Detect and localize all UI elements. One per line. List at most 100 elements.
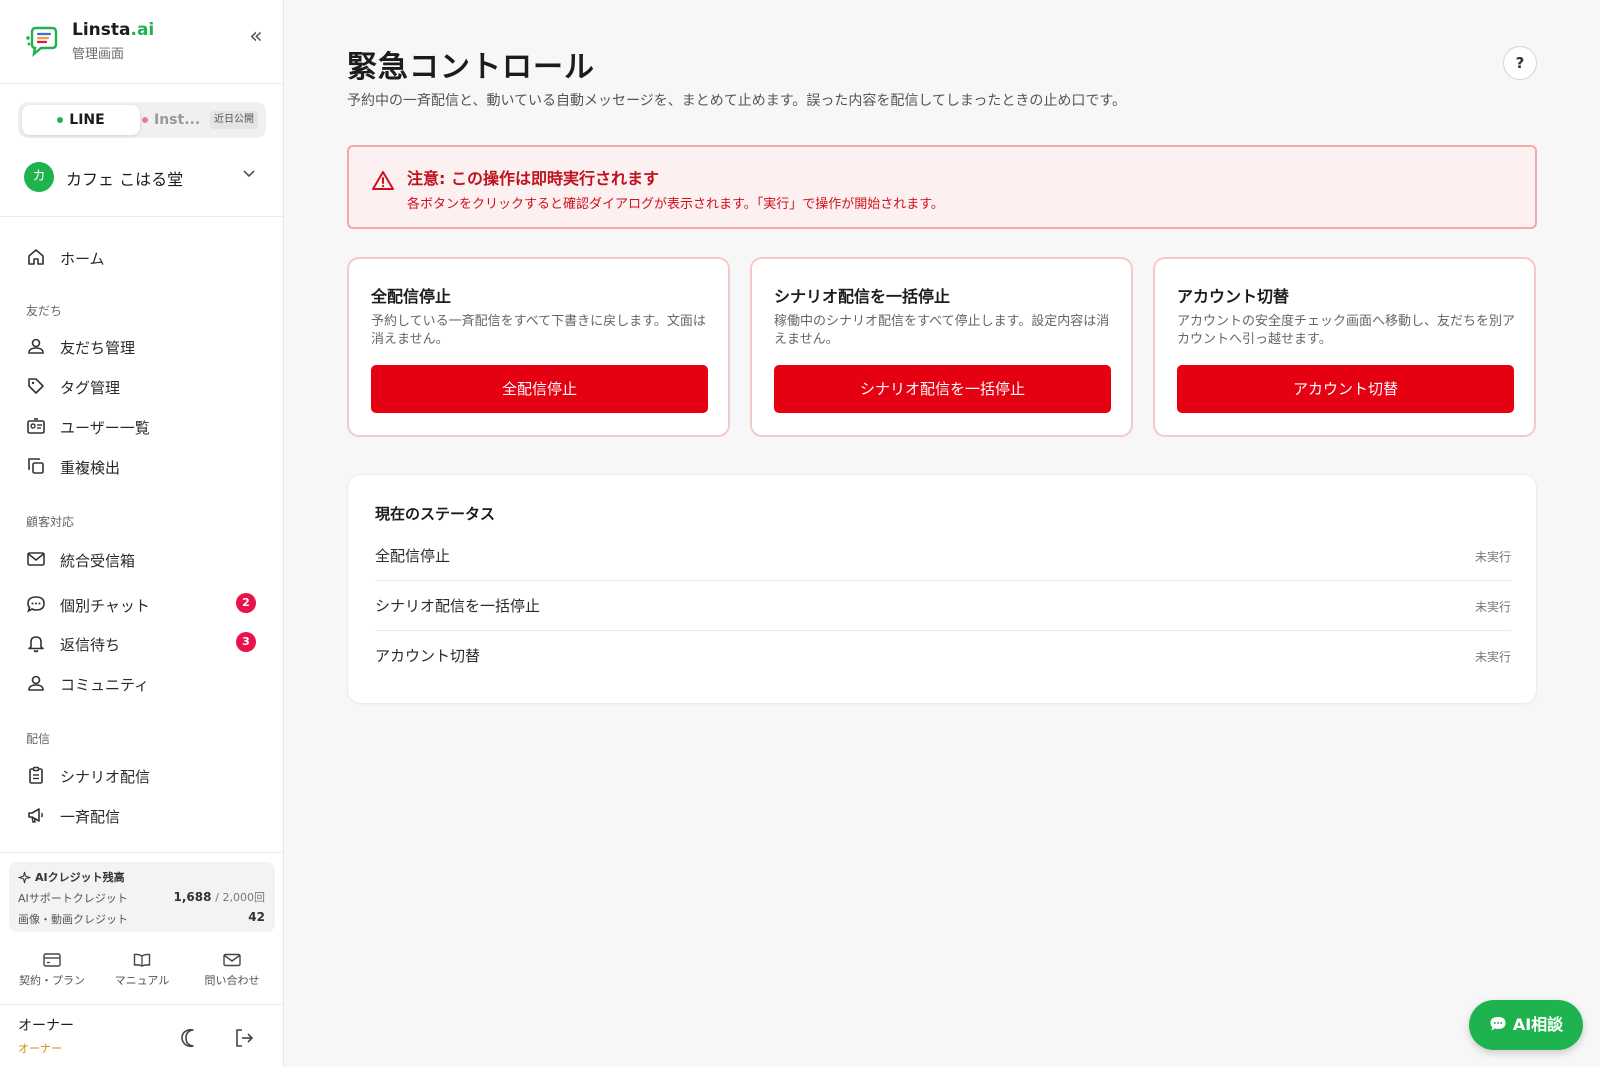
double-chevron-left-icon: « xyxy=(249,24,263,49)
mail-icon xyxy=(27,552,45,566)
account-selector[interactable]: カ カフェ こはる堂 xyxy=(24,160,264,192)
switch-account-card: アカウント切替 アカウントの安全度チェック画面へ移動し、友だちを別アカウントへ引… xyxy=(1153,257,1536,437)
account-avatar: カ xyxy=(24,162,54,192)
ai-consult-label: AI相談 xyxy=(1512,1015,1564,1034)
user-name: オーナー xyxy=(18,1018,74,1034)
sidebar-item-waiting-reply[interactable]: 返信待ち 3 xyxy=(18,626,266,660)
status-row: シナリオ配信を一括停止 未実行 xyxy=(375,581,1511,631)
card-title: 全配信停止 xyxy=(371,287,452,306)
quick-link-label: 問い合わせ xyxy=(204,974,260,987)
media-credit-label: 画像・動画クレジット xyxy=(18,913,128,926)
sidebar-item-label: タグ管理 xyxy=(60,379,121,397)
channel-tab-line[interactable]: LINE xyxy=(22,105,140,135)
sidebar-item-broadcast[interactable]: 一斉配信 xyxy=(18,798,266,832)
id-card-icon xyxy=(27,418,45,434)
sidebar-item-home[interactable]: ホーム xyxy=(18,240,266,274)
sidebar-item-user-list[interactable]: ユーザー一覧 xyxy=(18,409,266,443)
status-row-value: 未実行 xyxy=(1474,550,1511,564)
warning-alert: 注意: この操作は即時実行されます 各ボタンをクリックすると確認ダイアログが表示… xyxy=(347,145,1537,229)
card-description: 予約している一斉配信をすべて下書きに戻します。文面は消えません。 xyxy=(371,314,706,347)
logout-icon[interactable] xyxy=(232,1026,256,1050)
brand-subtitle: 管理画面 xyxy=(72,47,125,62)
moon-icon[interactable] xyxy=(178,1026,202,1050)
clipboard-list-icon xyxy=(29,766,43,784)
chat-bubble-icon xyxy=(1490,1017,1506,1031)
alert-text: 各ボタンをクリックすると確認ダイアログが表示されます。「実行」で操作が開始されま… xyxy=(407,197,944,212)
sidebar-item-label: 重複検出 xyxy=(60,459,121,477)
tag-icon xyxy=(28,378,44,394)
status-dot xyxy=(57,117,64,123)
sidebar-item-chat[interactable]: 個別チャット 2 xyxy=(18,587,266,621)
status-row-value: 未実行 xyxy=(1474,600,1511,614)
sidebar-item-duplicate-detection[interactable]: 重複検出 xyxy=(18,449,266,483)
collapse-sidebar-button[interactable]: « xyxy=(244,26,268,50)
sidebar-item-friends-management[interactable]: 友だち管理 xyxy=(18,329,266,363)
sidebar-item-label: コミュニティ xyxy=(60,676,150,694)
help-button[interactable]: ? xyxy=(1503,46,1537,80)
sidebar-item-label: 一斉配信 xyxy=(60,808,121,826)
quick-link-label: 契約・プラン xyxy=(19,974,85,987)
linsta-logo-icon xyxy=(26,26,58,58)
page-title: 緊急コントロール xyxy=(347,50,595,85)
book-open-icon xyxy=(133,953,151,967)
divider xyxy=(0,216,284,217)
brand-name: Linsta.ai xyxy=(72,20,155,40)
sidebar-item-label: 友だち管理 xyxy=(60,339,136,357)
status-row-name: シナリオ配信を一括停止 xyxy=(375,597,541,615)
page-subtitle: 予約中の一斉配信と、動いている自動メッセージを、まとめて止めます。誤った内容を配… xyxy=(347,93,1126,109)
sidebar-item-label: 統合受信箱 xyxy=(60,552,136,570)
stop-all-delivery-button[interactable]: 全配信停止 xyxy=(371,365,708,413)
channel-switch: LINE Inst... 近日公開 xyxy=(18,102,266,138)
sidebar-item-scenario[interactable]: シナリオ配信 xyxy=(18,758,266,792)
ai-credits-panel: AIクレジット残高 AIサポートクレジット 1,688 / 2,000回 画像・… xyxy=(9,862,275,932)
card-title: シナリオ配信を一括停止 xyxy=(774,287,951,306)
chevron-down-icon xyxy=(243,170,255,178)
sparkle-icon xyxy=(18,871,31,884)
divider xyxy=(0,83,284,84)
sidebar-item-label: 個別チャット xyxy=(60,597,150,615)
chat-bubble-icon xyxy=(27,596,45,613)
divider xyxy=(0,1004,284,1005)
support-credit-value: 1,688 / 2,000回 xyxy=(173,890,266,904)
status-row-name: アカウント切替 xyxy=(375,647,481,665)
alert-title: 注意: この操作は即時実行されます xyxy=(407,169,659,188)
stop-scenario-delivery-button[interactable]: シナリオ配信を一括停止 xyxy=(774,365,1111,413)
card-title: アカウント切替 xyxy=(1177,287,1290,306)
sidebar-nav: ホーム 友だち 友だち管理 タグ管理 ユーザー一覧 重複検出 顧客対応 統合受信… xyxy=(0,228,284,850)
status-dot xyxy=(142,117,148,123)
copy-icon xyxy=(28,458,44,474)
switch-account-button[interactable]: アカウント切替 xyxy=(1177,365,1514,413)
quick-link-label: マニュアル xyxy=(114,974,170,987)
quick-link-manual[interactable]: マニュアル xyxy=(97,952,187,992)
sidebar-item-label: ホーム xyxy=(60,250,105,268)
status-row: アカウント切替 未実行 xyxy=(375,631,1511,681)
stop-scenario-card: シナリオ配信を一括停止 稼働中のシナリオ配信をすべて停止します。設定内容は消えま… xyxy=(750,257,1133,437)
megaphone-icon xyxy=(28,808,43,823)
nav-section-delivery: 配信 xyxy=(26,732,51,746)
media-credit-value: 42 xyxy=(248,910,265,924)
ai-consult-button[interactable]: AI相談 xyxy=(1469,1000,1583,1050)
home-icon xyxy=(28,249,44,265)
sidebar-item-label: 返信待ち xyxy=(60,636,121,654)
status-title: 現在のステータス xyxy=(375,505,496,523)
sidebar-item-tags[interactable]: タグ管理 xyxy=(18,369,266,403)
card-description: 稼働中のシナリオ配信をすべて停止します。設定内容は消えません。 xyxy=(774,314,1110,347)
quick-link-contact[interactable]: 問い合わせ xyxy=(187,952,277,992)
channel-tab-instagram[interactable]: Inst... xyxy=(142,105,204,135)
card-description: アカウントの安全度チェック画面へ移動し、友だちを別アカウントへ引っ越せます。 xyxy=(1177,314,1516,347)
quick-link-plan[interactable]: 契約・プラン xyxy=(7,952,97,992)
sidebar-item-label: シナリオ配信 xyxy=(60,768,151,786)
sidebar-item-label: ユーザー一覧 xyxy=(60,419,150,437)
brand[interactable]: Linsta.ai 管理画面 xyxy=(24,18,264,66)
nav-section-support: 顧客対応 xyxy=(26,515,75,529)
sidebar-item-inbox[interactable]: 統合受信箱 xyxy=(18,542,266,576)
mail-icon xyxy=(223,953,241,967)
sidebar-item-community[interactable]: コミュニティ xyxy=(18,666,266,700)
coming-soon-badge: 近日公開 xyxy=(210,111,258,129)
status-row: 全配信停止 未実行 xyxy=(375,531,1511,581)
warning-triangle-icon xyxy=(372,171,394,190)
credit-card-icon xyxy=(43,953,61,967)
bell-icon xyxy=(28,636,44,653)
status-row-value: 未実行 xyxy=(1474,650,1511,664)
nav-section-friends: 友だち xyxy=(26,304,63,318)
